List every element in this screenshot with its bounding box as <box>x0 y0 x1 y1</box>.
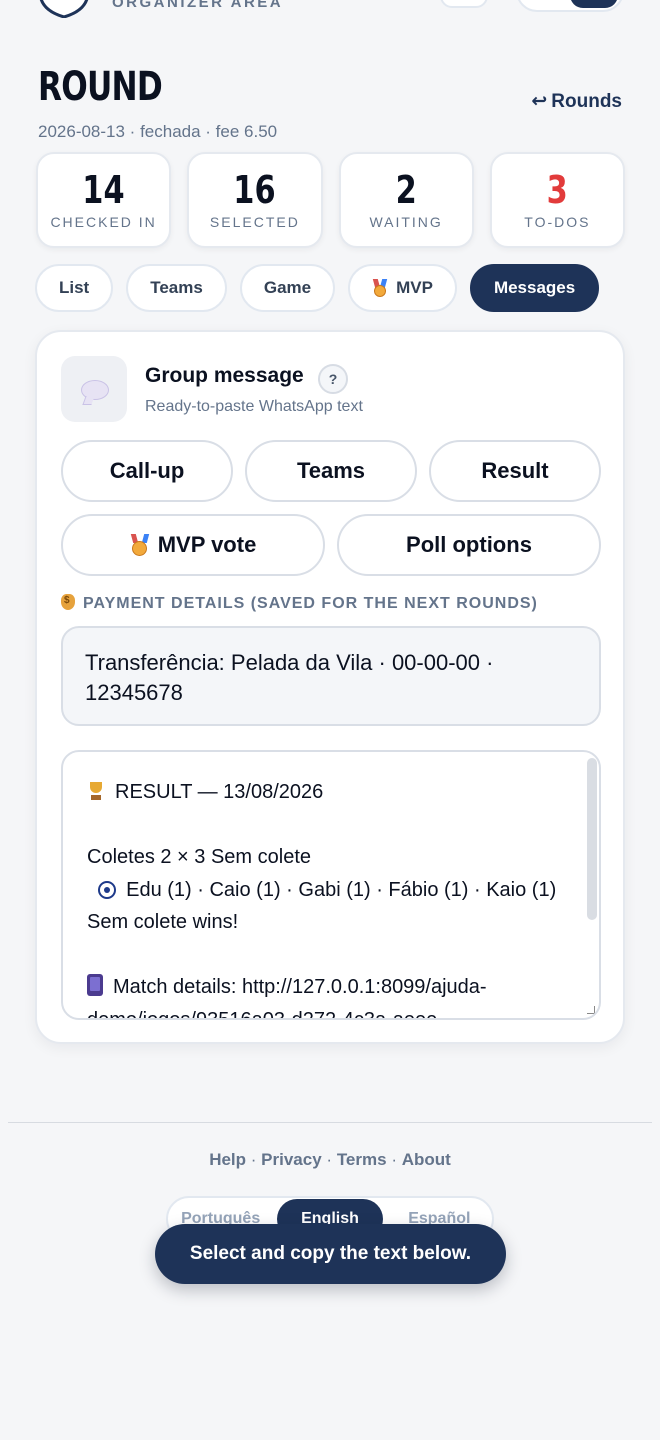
separator: · <box>250 1150 257 1169</box>
toggle-knob <box>570 0 618 8</box>
template-buttons-row-2: MVP vote Poll options <box>61 514 601 576</box>
mvp-vote-button[interactable]: MVP vote <box>61 514 325 576</box>
card-title: Group message <box>145 364 304 387</box>
privacy-link[interactable]: Privacy <box>261 1150 322 1169</box>
stat-label: CHECKED IN <box>50 214 157 230</box>
template-buttons-row-1: Call-up Teams Result <box>61 440 601 502</box>
account-toggle[interactable] <box>516 0 624 12</box>
terms-link[interactable]: Terms <box>337 1150 387 1169</box>
textarea-scrollbar[interactable] <box>587 758 597 920</box>
top-bar: ORGANIZER AREA <box>0 0 660 20</box>
help-link[interactable]: Help <box>209 1150 246 1169</box>
stat-label: WAITING <box>369 214 443 230</box>
soccer-ball-icon <box>98 880 117 899</box>
teams-message-button[interactable]: Teams <box>245 440 417 502</box>
about-link[interactable]: About <box>402 1150 451 1169</box>
chat-bubble-icon-box <box>61 356 127 422</box>
tab-list[interactable]: List <box>35 264 114 312</box>
payment-details-label: PAYMENT DETAILS (SAVED FOR THE NEXT ROUN… <box>61 594 538 613</box>
separator: · <box>391 1150 397 1169</box>
call-up-button[interactable]: Call-up <box>61 440 233 502</box>
tab-mvp[interactable]: MVP <box>348 264 457 312</box>
tab-game[interactable]: Game <box>239 264 336 312</box>
message-textarea[interactable]: RESULT — 13/08/2026 Coletes 2 × 3 Sem co… <box>61 750 601 1020</box>
header-icon-button[interactable] <box>440 0 488 8</box>
result-message-button[interactable]: Result <box>429 440 601 502</box>
round-meta: 2026-08-13 · fechada · fee 6.50 <box>38 122 278 141</box>
message-line: Coletes 2 × 3 Sem colete <box>87 846 312 868</box>
payment-details-field[interactable]: Transferência: Pelada da Vila · 00-00-00… <box>61 626 601 726</box>
stat-waiting: 2 WAITING <box>338 152 474 248</box>
stat-selected: 16 SELECTED <box>187 152 323 248</box>
stat-value: 2 <box>395 168 417 212</box>
medal-icon <box>372 279 388 297</box>
trophy-icon <box>87 781 105 801</box>
message-line: Match details: http://127.0.0.1:8099/aju… <box>87 971 575 1004</box>
stat-label: TO-DOS <box>524 214 591 230</box>
card-subtitle: Ready-to-paste WhatsApp text <box>145 398 363 415</box>
help-button[interactable]: ? <box>318 364 348 394</box>
tab-messages[interactable]: Messages <box>469 264 600 312</box>
rounds-back-link[interactable]: ↩ Rounds <box>531 90 622 113</box>
message-line: demo/jogos/93516a03-d272-4c3a-aeee- <box>87 1008 444 1020</box>
phone-icon <box>87 974 103 996</box>
message-line-text: Match details: http://127.0.0.1:8099/aju… <box>113 976 487 998</box>
message-line <box>87 939 575 972</box>
medal-icon <box>130 534 150 556</box>
stat-value: 3 <box>546 168 568 212</box>
stat-value: 14 <box>82 168 125 212</box>
message-line: RESULT — 13/08/2026 <box>87 776 575 809</box>
tab-teams[interactable]: Teams <box>126 264 227 312</box>
copy-toast: Select and copy the text below. <box>155 1224 506 1284</box>
group-message-card: Group message ? Ready-to-paste WhatsApp … <box>35 330 625 1044</box>
tab-mvp-label: MVP <box>396 278 433 297</box>
payment-label-text: PAYMENT DETAILS (SAVED FOR THE NEXT ROUN… <box>83 595 538 612</box>
message-line-text: RESULT — 13/08/2026 <box>115 781 324 803</box>
separator: · <box>326 1150 333 1169</box>
footer-divider <box>8 1122 652 1123</box>
stat-checked-in: 14 CHECKED IN <box>36 152 172 248</box>
stat-label: SELECTED <box>209 214 300 230</box>
page-title: ROUND <box>38 64 163 110</box>
chat-bubble-icon <box>81 380 109 400</box>
message-line: Edu (1) · Caio (1) · Gabi (1) · Fábio (1… <box>87 874 575 907</box>
round-tabs: List Teams Game MVP Messages <box>35 264 600 312</box>
message-line <box>87 809 575 842</box>
stat-value: 16 <box>233 168 277 212</box>
stat-todos[interactable]: 3 TO-DOS <box>489 152 625 248</box>
resize-handle[interactable] <box>587 1006 595 1014</box>
footer-links: Help · Privacy · Terms · About <box>0 1150 660 1170</box>
message-line: Sem colete wins! <box>87 911 239 933</box>
stats-row: 14 CHECKED IN 16 SELECTED 2 WAITING 3 TO… <box>36 152 625 248</box>
poll-options-button[interactable]: Poll options <box>337 514 601 576</box>
rounds-link-label: Rounds <box>551 91 622 112</box>
money-bag-icon <box>61 594 75 610</box>
message-line-text: Edu (1) · Caio (1) · Gabi (1) · Fábio (1… <box>126 878 557 901</box>
organizer-area-label: ORGANIZER AREA <box>112 0 284 11</box>
return-arrow-icon: ↩ <box>531 91 548 112</box>
mvp-vote-label: MVP vote <box>157 532 257 557</box>
shield-logo-icon[interactable] <box>36 0 92 18</box>
